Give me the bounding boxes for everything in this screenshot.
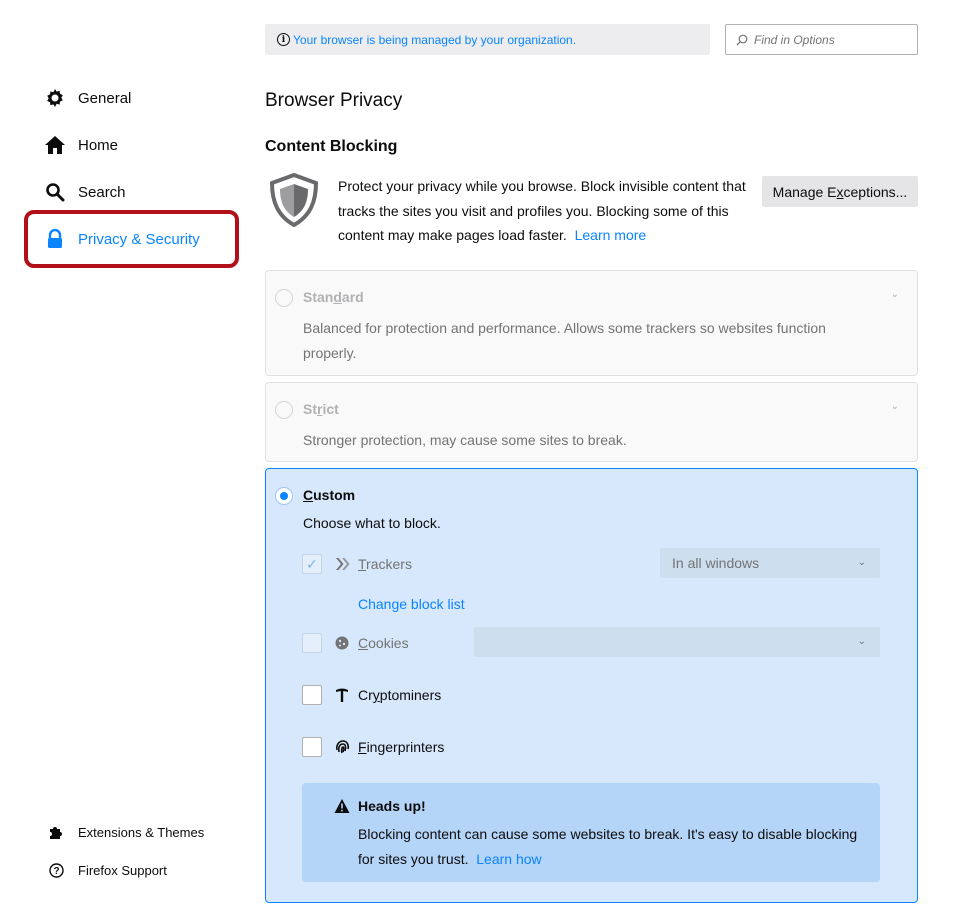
svg-text:?: ? [53, 866, 59, 877]
firefox-support-label: Firefox Support [78, 862, 167, 878]
heads-up-title: Heads up! [358, 798, 426, 814]
label-accesskey: C [358, 635, 369, 651]
cookies-row: Cookies [302, 633, 409, 653]
title-part: ard [341, 289, 364, 305]
sidebar-item-label: General [78, 89, 132, 107]
strict-radio[interactable] [275, 401, 293, 419]
fingerprinters-row: Fingerprinters [302, 737, 444, 757]
extensions-themes-link[interactable]: Extensions & Themes [48, 824, 204, 840]
cookies-label: Cookies [358, 635, 409, 651]
label-part: ptominers [379, 687, 442, 703]
custom-radio[interactable] [275, 487, 293, 505]
chevron-down-icon[interactable]: ⌄ [891, 289, 899, 300]
cryptominers-checkbox[interactable] [302, 685, 322, 705]
sidebar: General Home Search Privacy & Security E… [0, 0, 250, 911]
find-placeholder: Find in Options [754, 32, 835, 47]
option-strict[interactable]: Strict ⌄ Stronger protection, may cause … [265, 382, 918, 462]
label-accesskey: T [358, 556, 367, 572]
home-icon [44, 134, 66, 156]
label-part: ingerprinters [366, 739, 445, 755]
search-icon [736, 34, 748, 46]
pickaxe-icon [334, 687, 350, 703]
title-accesskey: C [303, 487, 314, 503]
change-block-list-link[interactable]: Change block list [358, 596, 465, 612]
heads-up-body: Blocking content can cause some websites… [358, 826, 858, 867]
cookie-icon [334, 635, 350, 651]
fingerprint-icon [334, 739, 350, 755]
chevron-down-icon: ⌄ [857, 636, 866, 647]
find-in-options-input[interactable]: Find in Options [725, 24, 918, 55]
sidebar-item-home[interactable]: Home [44, 129, 118, 161]
tracker-icon [334, 556, 350, 572]
sidebar-item-general[interactable]: General [44, 82, 131, 114]
trackers-label: Trackers [358, 556, 412, 572]
content-blocking-description: Protect your privacy while you browse. B… [338, 174, 758, 248]
learn-more-link[interactable]: Learn more [575, 227, 647, 243]
manage-exceptions-button[interactable]: Manage Ex ceptions... [762, 176, 918, 207]
heads-up-text: Blocking content can cause some websites… [358, 822, 858, 872]
description-text: Protect your privacy while you browse. B… [338, 178, 746, 243]
puzzle-icon [48, 824, 64, 840]
page-title: Browser Privacy [265, 90, 403, 111]
extensions-themes-label: Extensions & Themes [78, 824, 205, 840]
label-part: ookies [368, 635, 409, 651]
cryptominers-label: Cryptominers [358, 687, 441, 703]
standard-radio[interactable] [275, 289, 293, 307]
sidebar-item-label: Home [78, 136, 119, 154]
option-standard[interactable]: Standard ⌄ Balanced for protection and p… [265, 270, 918, 376]
strict-title: Strict [303, 401, 339, 417]
managed-notice-text: Your browser is being managed by your or… [293, 32, 577, 47]
trackers-checkbox[interactable]: ✓ [302, 554, 322, 574]
trackers-scope-value: In all windows [672, 555, 760, 571]
chevron-down-icon[interactable]: ⌄ [891, 401, 899, 412]
help-icon: ? [48, 862, 64, 878]
sidebar-item-label: Search [78, 183, 126, 201]
shield-icon [269, 172, 319, 228]
button-accesskey: x [836, 183, 844, 200]
learn-how-link[interactable]: Learn how [476, 851, 541, 867]
title-part: St [303, 401, 317, 417]
gear-icon [44, 87, 66, 109]
managed-notice[interactable]: i Your browser is being managed by your … [265, 24, 710, 55]
trackers-row: ✓ Trackers [302, 554, 412, 574]
standard-description: Balanced for protection and performance.… [303, 320, 826, 361]
label-part: rackers [366, 556, 412, 572]
label-accesskey: F [358, 739, 367, 755]
fingerprinters-checkbox[interactable] [302, 737, 322, 757]
heads-up-notice: Heads up! Blocking content can cause som… [302, 783, 880, 882]
sidebar-item-search[interactable]: Search [44, 176, 126, 208]
title-accesskey: d [333, 289, 342, 305]
chevron-down-icon: ⌄ [857, 557, 866, 568]
info-icon: i [277, 33, 290, 46]
title-part: Stan [303, 289, 334, 305]
custom-title: Custom [303, 487, 355, 503]
label-part: Cr [358, 687, 373, 703]
custom-subtitle: Choose what to block. [303, 515, 441, 531]
search-icon [44, 181, 66, 203]
firefox-support-link[interactable]: ? Firefox Support [48, 862, 167, 878]
cookies-type-select[interactable]: ⌄ [474, 627, 880, 657]
section-title: Content Blocking [265, 138, 398, 155]
title-part: ustom [313, 487, 356, 503]
strict-description: Stronger protection, may cause some site… [303, 432, 627, 448]
button-label-part: Manage E [772, 183, 837, 200]
button-label-part: ceptions... [843, 183, 908, 200]
warning-icon [334, 799, 350, 813]
title-part: ict [322, 401, 339, 417]
cryptominers-row: Cryptominers [302, 685, 441, 705]
standard-title: Standard [303, 289, 364, 305]
cookies-checkbox[interactable] [302, 633, 322, 653]
fingerprinters-label: Fingerprinters [358, 739, 444, 755]
highlight-annotation [24, 210, 239, 268]
trackers-scope-select[interactable]: In all windows ⌄ [660, 548, 880, 578]
label-accesskey: y [372, 687, 380, 703]
